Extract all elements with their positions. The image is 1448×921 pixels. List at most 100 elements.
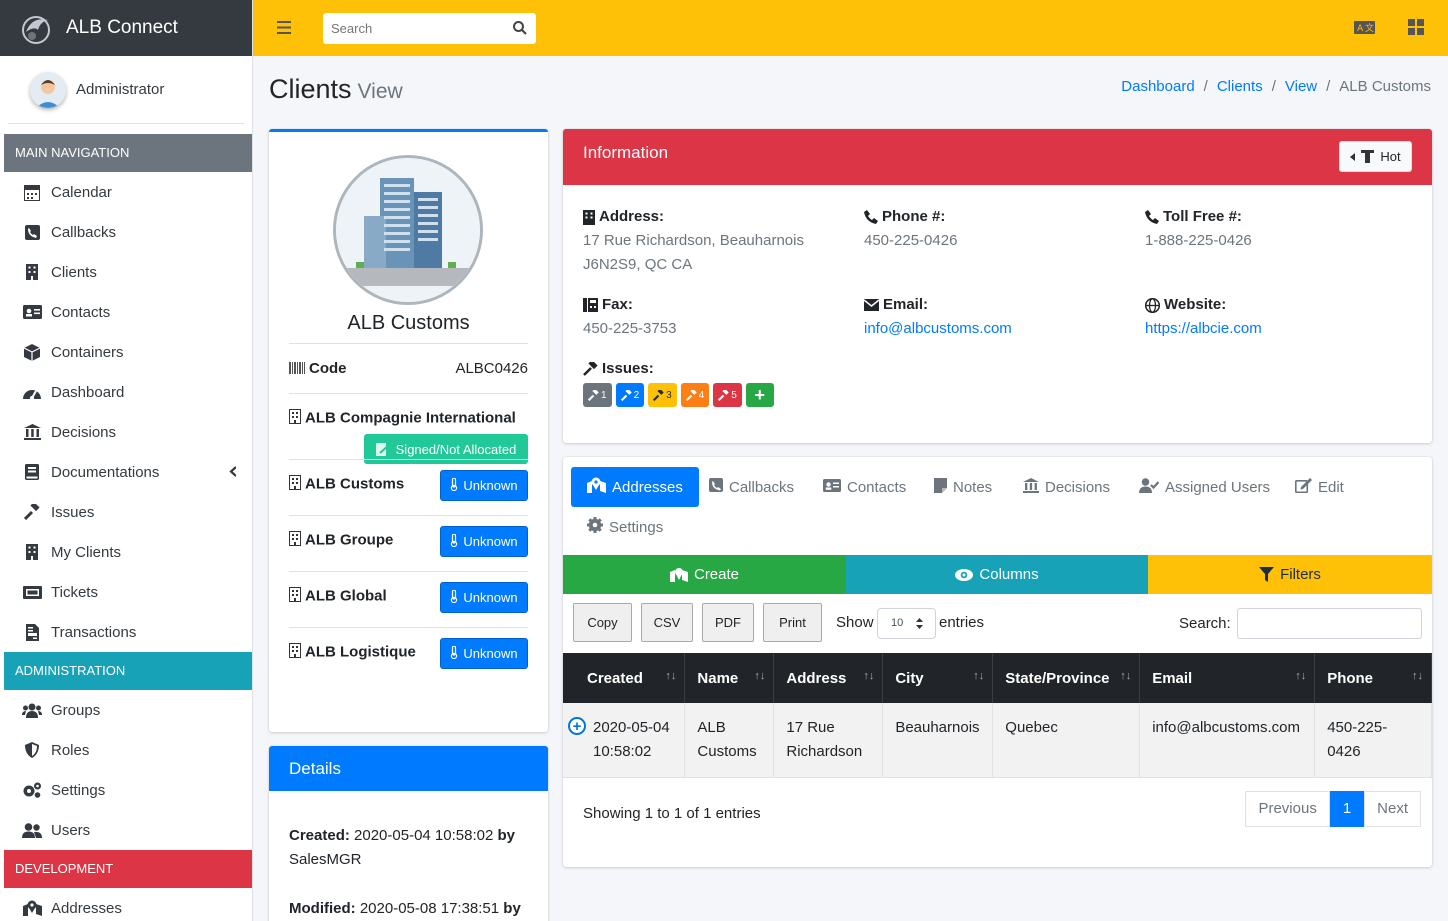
sort-icon[interactable]: ↑↓ [1412, 670, 1423, 682]
tab-addresses[interactable]: Addresses [571, 467, 699, 507]
sidebar-item-contacts[interactable]: Contacts [0, 292, 252, 332]
table-search-input[interactable] [1237, 608, 1422, 639]
filters-button[interactable]: Filters [1148, 555, 1432, 594]
column-header-name[interactable]: Name ↑↓ [684, 653, 775, 703]
chevron-left-icon[interactable] [229, 464, 237, 481]
brand-link[interactable]: ALB Connect [0, 0, 252, 56]
column-header-state-province[interactable]: State/Province ↑↓ [992, 653, 1141, 703]
company-status-button[interactable]: Unknown [440, 470, 528, 501]
sidebar-item-transactions[interactable]: Transactions [0, 612, 252, 652]
email-link[interactable]: info@albcustoms.com [864, 320, 1012, 337]
tab-settings[interactable]: Settings [587, 507, 663, 547]
sort-icon[interactable]: ↑↓ [665, 670, 676, 682]
tab-decisions[interactable]: Decisions [1023, 467, 1110, 507]
sidebar-item-containers[interactable]: Containers [0, 332, 252, 372]
nav-header-development: DEVELOPMENT [4, 850, 252, 888]
search-icon[interactable] [513, 21, 527, 39]
brand-text: ALB Connect [66, 17, 178, 38]
cell-address: 17 Rue Richardson [773, 703, 884, 778]
issue-level-3-button[interactable]: 3 [648, 383, 677, 407]
navbar-search [323, 13, 536, 44]
tab-edit[interactable]: Edit [1295, 467, 1344, 507]
create-button[interactable]: Create [563, 555, 846, 594]
issue-level-5-button[interactable]: 5 [713, 383, 742, 407]
search-input[interactable] [323, 13, 503, 44]
tab-callbacks[interactable]: Callbacks [709, 467, 794, 507]
sidebar-item-users[interactable]: Users [0, 810, 252, 850]
column-header-label: Phone [1327, 669, 1374, 687]
table-row[interactable]: 2020-05-04 10:58:02 ALB Customs 17 Rue Richar… [563, 703, 1432, 778]
breadcrumb-view[interactable]: View [1285, 78, 1317, 95]
email-label: Email: [883, 296, 929, 313]
sidebar-item-decisions[interactable]: Decisions [0, 412, 252, 452]
company-status-button[interactable]: Unknown [440, 638, 528, 669]
sidebar-item-clients[interactable]: Clients [0, 252, 252, 292]
sort-icon[interactable]: ↑↓ [863, 670, 874, 682]
next-page-button[interactable]: Next [1364, 791, 1421, 827]
tachometer-icon [22, 383, 42, 401]
row-expand-icon[interactable]: + [568, 717, 586, 735]
created-row: Created: 2020-05-04 10:58:02 by SalesMGR [289, 824, 528, 872]
sort-icon[interactable]: ↑↓ [1295, 670, 1306, 682]
sidebar-item-calendar[interactable]: Calendar [0, 172, 252, 212]
tab-notes[interactable]: Notes [934, 467, 992, 507]
sidebar-item-issues[interactable]: Issues [0, 492, 252, 532]
user-panel[interactable]: Administrator [8, 56, 244, 124]
sidebar-item-addresses[interactable]: Addresses [0, 888, 252, 921]
gavel-icon [588, 389, 599, 401]
breadcrumb-dashboard[interactable]: Dashboard [1121, 78, 1194, 95]
breadcrumb-clients[interactable]: Clients [1217, 78, 1263, 95]
sidebar-item-callbacks[interactable]: Callbacks [0, 212, 252, 252]
csv-button[interactable]: CSV [641, 603, 693, 642]
email-cell: Email: info@albcustoms.com [864, 293, 1012, 341]
tab-assigned-users[interactable]: Assigned Users [1139, 467, 1270, 507]
sidebar-item-documentations[interactable]: Documentations [0, 452, 252, 492]
column-header-email[interactable]: Email ↑↓ [1139, 653, 1316, 703]
thermometer-icon [450, 588, 458, 606]
column-header-phone[interactable]: Phone ↑↓ [1314, 653, 1432, 703]
name-line2: Customs [697, 742, 757, 760]
company-status-button[interactable]: Unknown [440, 582, 528, 613]
current-page-button[interactable]: 1 [1329, 791, 1365, 827]
page-size-select[interactable]: 10 [877, 608, 936, 639]
sort-icon[interactable]: ↑↓ [754, 670, 765, 682]
menu-toggle-icon[interactable] [277, 21, 291, 38]
pdf-button[interactable]: PDF [702, 603, 754, 642]
language-icon[interactable]: A文 [1354, 21, 1375, 38]
company-status-button[interactable]: Unknown [440, 526, 528, 557]
thermometer-icon [450, 644, 458, 662]
sidebar-item-my-clients[interactable]: My Clients [0, 532, 252, 572]
column-header-created[interactable]: Created ↑↓ [563, 653, 686, 703]
hot-label: Hot [1380, 149, 1401, 164]
tab-label: Contacts [847, 478, 907, 496]
column-header-address[interactable]: Address ↑↓ [773, 653, 884, 703]
print-button[interactable]: Print [763, 603, 822, 642]
copy-button[interactable]: Copy [573, 603, 632, 642]
columns-button[interactable]: Columns [846, 555, 1148, 594]
issue-level-2-button[interactable]: 2 [615, 383, 645, 407]
issue-level-1-button[interactable]: 1 [583, 383, 612, 407]
sort-icon[interactable]: ↑↓ [1120, 670, 1131, 682]
issue-level-4-button[interactable]: 4 [680, 383, 710, 407]
address-label: Address: [599, 208, 665, 225]
add-issue-button[interactable]: + [745, 383, 774, 407]
cell-phone: 450-225-0426 [1314, 703, 1432, 778]
sidebar-item-dashboard[interactable]: Dashboard [0, 372, 252, 412]
city-value: Beauharnois [895, 719, 980, 736]
apps-grid-icon[interactable] [1408, 19, 1424, 39]
sidebar-item-groups[interactable]: Groups [0, 690, 252, 730]
eye-icon [955, 568, 974, 581]
show-label: Show [836, 614, 874, 631]
column-header-city[interactable]: City ↑↓ [882, 653, 994, 703]
sidebar-item-settings[interactable]: Settings [0, 770, 252, 810]
gavel-icon [583, 362, 598, 376]
sidebar-item-tickets[interactable]: Tickets [0, 572, 252, 612]
sidebar-item-roles[interactable]: Roles [0, 730, 252, 770]
modified-label: Modified: [289, 900, 356, 917]
tab-contacts[interactable]: Contacts [823, 467, 906, 507]
previous-page-button[interactable]: Previous [1245, 791, 1330, 827]
website-link[interactable]: https://albcie.com [1145, 320, 1262, 337]
sort-icon[interactable]: ↑↓ [973, 670, 984, 682]
hot-button[interactable]: Hot [1339, 141, 1412, 172]
page-subtitle: View [357, 80, 403, 103]
